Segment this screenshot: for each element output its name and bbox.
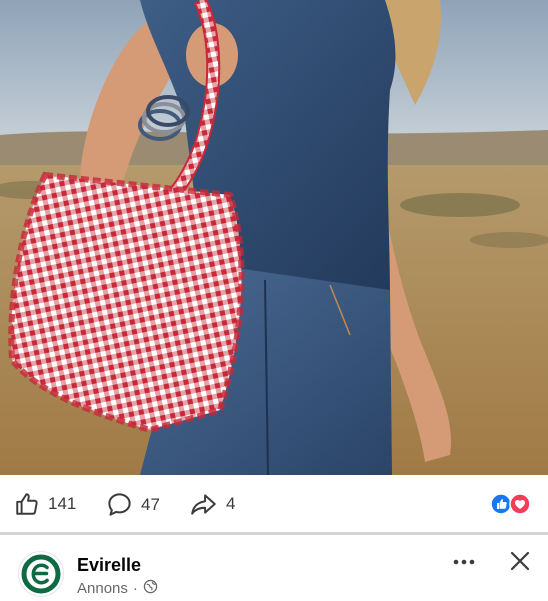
brand-avatar[interactable] xyxy=(18,551,64,597)
comment-count: 47 xyxy=(141,494,160,514)
love-reaction-icon xyxy=(509,493,531,515)
share-button[interactable]: 4 xyxy=(190,491,235,517)
like-count: 141 xyxy=(48,494,77,513)
post-author-row: Evirelle Annons · xyxy=(0,535,548,600)
reaction-summary[interactable] xyxy=(490,493,534,515)
share-arrow-icon xyxy=(190,491,218,517)
more-options-button[interactable] xyxy=(450,551,480,573)
close-button[interactable] xyxy=(508,549,532,573)
like-reaction-icon xyxy=(490,493,512,515)
ellipsis-icon xyxy=(453,559,475,565)
close-icon xyxy=(510,551,530,571)
author-name[interactable]: Evirelle xyxy=(77,555,141,576)
post-image[interactable] xyxy=(0,0,548,475)
comment-bubble-icon xyxy=(106,491,133,518)
post-action-bar: 141 47 4 xyxy=(0,475,548,533)
evirelle-logo-icon xyxy=(21,554,61,594)
comment-button[interactable]: 47 xyxy=(106,491,160,518)
post-meta: Annons · xyxy=(77,579,158,598)
sponsored-label: Annons xyxy=(77,580,128,597)
post-photo-illustration xyxy=(0,0,548,475)
thumbs-up-icon xyxy=(14,491,40,517)
like-button[interactable]: 141 xyxy=(14,491,76,517)
globe-icon xyxy=(143,579,158,598)
meta-separator: · xyxy=(132,580,138,597)
share-count: 4 xyxy=(226,494,236,513)
